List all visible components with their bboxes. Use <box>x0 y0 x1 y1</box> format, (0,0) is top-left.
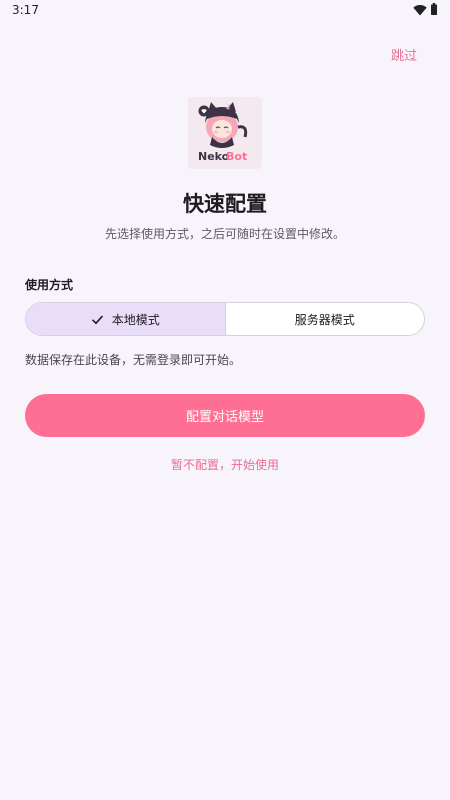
app-logo: Neko Bot <box>188 97 262 169</box>
battery-icon <box>431 3 437 15</box>
local-mode-label: 本地模式 <box>111 312 160 327</box>
nekobot-mascot-icon: Neko Bot <box>198 102 247 163</box>
mode-description: 数据保存在此设备，无需登录即可开始。 <box>25 353 242 367</box>
local-mode-option[interactable]: 本地模式 <box>26 303 226 335</box>
skip-config-link[interactable]: 暂不配置，开始使用 <box>0 456 450 473</box>
usage-mode-label: 使用方式 <box>25 278 74 292</box>
check-icon <box>91 314 103 324</box>
logo-text-bot: Bot <box>226 150 247 163</box>
server-mode-label: 服务器模式 <box>294 312 355 327</box>
status-time: 3:17 <box>12 3 39 17</box>
wifi-icon <box>413 5 427 16</box>
skip-button[interactable]: 跳过 <box>391 45 417 64</box>
page-title: 快速配置 <box>183 192 267 216</box>
usage-mode-selector: 本地模式 服务器模式 <box>25 302 425 336</box>
page-subtitle: 先选择使用方式，之后可随时在设置中修改。 <box>104 227 345 241</box>
status-bar: 3:17 <box>0 0 450 22</box>
configure-model-button[interactable]: 配置对话模型 <box>25 394 425 437</box>
server-mode-option[interactable]: 服务器模式 <box>226 303 425 335</box>
logo-text-neko: Neko <box>198 150 230 163</box>
